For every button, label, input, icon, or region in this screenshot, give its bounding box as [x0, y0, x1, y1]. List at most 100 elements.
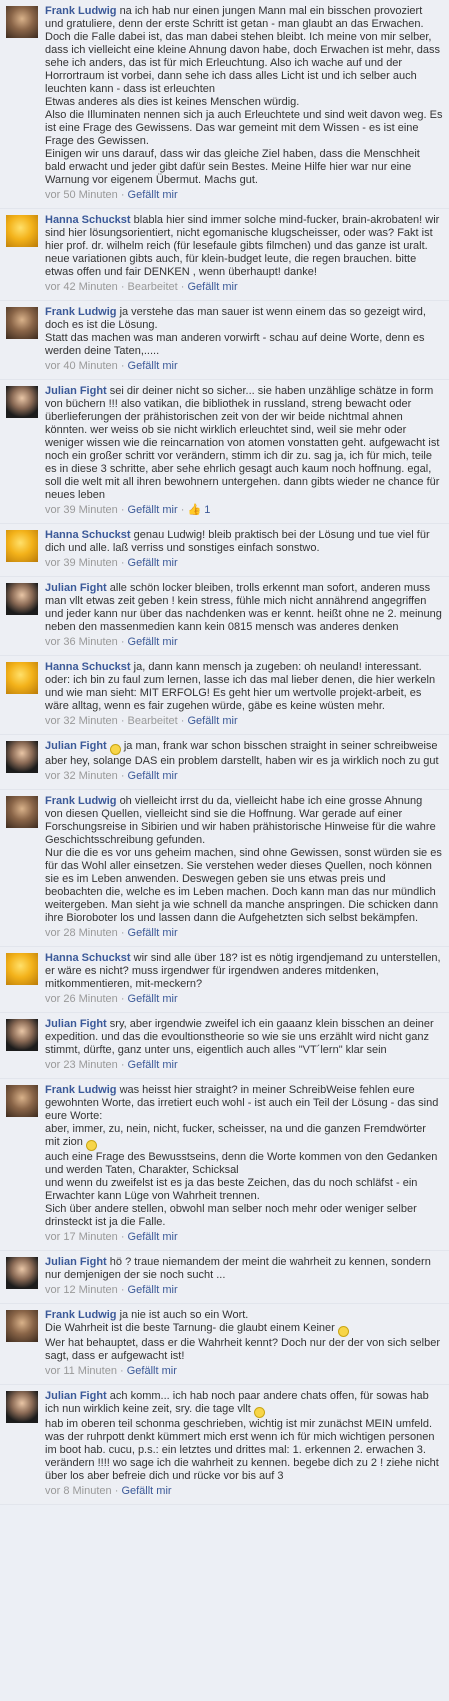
comment-author[interactable]: Julian Fight: [45, 740, 107, 752]
like-link[interactable]: Gefällt mir: [128, 1284, 178, 1296]
comment-author[interactable]: Hanna Schuckst: [45, 661, 131, 673]
like-link[interactable]: Gefällt mir: [128, 993, 178, 1005]
like-link[interactable]: Gefällt mir: [128, 770, 178, 782]
comment-line: Hanna Schuckst ja, dann kann mensch ja z…: [45, 661, 443, 713]
avatar[interactable]: [6, 386, 38, 418]
comment: Julian Fight :) ja man, frank war schon …: [0, 735, 449, 790]
avatar[interactable]: [6, 1019, 38, 1051]
comment: Frank Ludwig oh vielleicht irrst du da, …: [0, 790, 449, 947]
comment: Hanna Schuckst blabla hier sind immer so…: [0, 209, 449, 301]
comment-meta: vor 39 Minuten · Gefällt mir · 👍 1: [45, 504, 443, 517]
comment: Hanna Schuckst wir sind alle über 18? is…: [0, 947, 449, 1013]
comment-author[interactable]: Frank Ludwig: [45, 306, 117, 318]
like-link[interactable]: Gefällt mir: [128, 927, 178, 939]
smiley-icon: :): [85, 1140, 97, 1151]
comment-content: Frank Ludwig ja verstehe das man sauer i…: [45, 306, 443, 373]
comment-time: vor 36 Minuten: [45, 636, 118, 648]
comment-author[interactable]: Julian Fight: [45, 1256, 107, 1268]
like-link[interactable]: Gefällt mir: [121, 1485, 171, 1497]
avatar[interactable]: [6, 1257, 38, 1289]
comment-author[interactable]: Hanna Schuckst: [45, 214, 131, 226]
avatar[interactable]: [6, 530, 38, 562]
comment-content: Hanna Schuckst ja, dann kann mensch ja z…: [45, 661, 443, 728]
meta-separator: ·: [117, 636, 128, 648]
comment-meta: vor 50 Minuten · Gefällt mir: [45, 189, 443, 202]
like-link[interactable]: Gefällt mir: [128, 557, 178, 569]
like-link[interactable]: Gefällt mir: [128, 1231, 178, 1243]
comment: Frank Ludwig was heisst hier straight? i…: [0, 1079, 449, 1251]
comment-meta: vor 28 Minuten · Gefällt mir: [45, 927, 443, 940]
like-link[interactable]: Gefällt mir: [187, 281, 237, 293]
comment-author[interactable]: Frank Ludwig: [45, 795, 117, 807]
comment-time: vor 23 Minuten: [45, 1059, 118, 1071]
comment-time: vor 11 Minuten: [45, 1365, 117, 1377]
like-link[interactable]: Gefällt mir: [128, 1059, 178, 1071]
avatar[interactable]: [6, 215, 38, 247]
meta-separator: ·: [117, 281, 128, 293]
avatar[interactable]: [6, 6, 38, 38]
comment-line: Hanna Schuckst wir sind alle über 18? is…: [45, 952, 443, 991]
comment: Hanna Schuckst genau Ludwig! bleib prakt…: [0, 524, 449, 577]
like-link[interactable]: Gefällt mir: [128, 504, 178, 516]
comment-line: Also die Illuminaten nennen sich ja auch…: [45, 109, 443, 148]
comment: Julian Fight alle schön locker bleiben, …: [0, 577, 449, 656]
comment-meta: vor 8 Minuten · Gefällt mir: [45, 1485, 443, 1498]
comment-time: vor 12 Minuten: [45, 1284, 118, 1296]
comment-author[interactable]: Hanna Schuckst: [45, 529, 131, 541]
comment-author[interactable]: Frank Ludwig: [45, 1309, 117, 1321]
comment-time: vor 40 Minuten: [45, 360, 118, 372]
comment-author[interactable]: Frank Ludwig: [45, 5, 117, 17]
avatar[interactable]: [6, 741, 38, 773]
comment-author[interactable]: Julian Fight: [45, 385, 107, 397]
comment: Frank Ludwig ja nie ist auch so ein Wort…: [0, 1304, 449, 1385]
comment-text: Wer hat behauptet, dass er die Wahrheit …: [45, 1337, 440, 1362]
comment: Frank Ludwig na ich hab nur einen jungen…: [0, 0, 449, 209]
like-link[interactable]: Gefällt mir: [128, 360, 178, 372]
comment-line: Hanna Schuckst blabla hier sind immer so…: [45, 214, 443, 279]
like-count[interactable]: 1: [201, 504, 210, 516]
avatar[interactable]: [6, 662, 38, 694]
comment-author[interactable]: Julian Fight: [45, 1018, 107, 1030]
comment-time: vor 42 Minuten: [45, 281, 118, 293]
avatar[interactable]: [6, 953, 38, 985]
comment-author[interactable]: Julian Fight: [45, 1390, 107, 1402]
comment-line: Nur die die es vor uns geheim machen, si…: [45, 847, 443, 925]
meta-separator: ·: [117, 770, 128, 782]
thumbs-up-icon[interactable]: 👍: [187, 504, 201, 516]
meta-separator: ·: [117, 1231, 128, 1243]
like-link[interactable]: Gefällt mir: [128, 189, 178, 201]
avatar[interactable]: [6, 1310, 38, 1342]
comment-author[interactable]: Frank Ludwig: [45, 1084, 117, 1096]
comment-author[interactable]: Hanna Schuckst: [45, 952, 131, 964]
comment-line: Sich über andere stellen, obwohl man sel…: [45, 1203, 443, 1229]
like-link[interactable]: Gefällt mir: [127, 1365, 177, 1377]
like-link[interactable]: Gefällt mir: [128, 636, 178, 648]
comment-time: vor 32 Minuten: [45, 770, 118, 782]
comment-line: aber, immer, zu, nein, nicht, fucker, sc…: [45, 1123, 443, 1151]
avatar[interactable]: [6, 796, 38, 828]
comment-time: vor 50 Minuten: [45, 189, 118, 201]
comment-meta: vor 40 Minuten · Gefällt mir: [45, 360, 443, 373]
comment-content: Julian Fight ach komm... ich hab noch pa…: [45, 1390, 443, 1498]
comment-line: Julian Fight hö ? traue niemandem der me…: [45, 1256, 443, 1282]
comment-meta: vor 39 Minuten · Gefällt mir: [45, 557, 443, 570]
meta-separator: ·: [117, 993, 128, 1005]
comment-line: Hanna Schuckst genau Ludwig! bleib prakt…: [45, 529, 443, 555]
comment-meta: vor 26 Minuten · Gefällt mir: [45, 993, 443, 1006]
comment-line: Einigen wir uns darauf, dass wir das gle…: [45, 148, 443, 187]
smiley-icon: :): [337, 1326, 349, 1337]
comment-text: aber, immer, zu, nein, nicht, fucker, sc…: [45, 1123, 426, 1148]
comment-author[interactable]: Julian Fight: [45, 582, 107, 594]
comment: Julian Fight hö ? traue niemandem der me…: [0, 1251, 449, 1304]
comment-text: Nur die die es vor uns geheim machen, si…: [45, 847, 442, 924]
comment-text: und wenn du zweifelst ist es ja das best…: [45, 1177, 418, 1202]
avatar[interactable]: [6, 1085, 38, 1117]
like-link[interactable]: Gefällt mir: [187, 715, 237, 727]
avatar[interactable]: [6, 307, 38, 339]
comment-line: Frank Ludwig ja verstehe das man sauer i…: [45, 306, 443, 332]
avatar[interactable]: [6, 1391, 38, 1423]
avatar[interactable]: [6, 583, 38, 615]
comment-line: Etwas anderes als dies ist keines Mensch…: [45, 96, 443, 109]
comment-meta: vor 36 Minuten · Gefällt mir: [45, 636, 443, 649]
comment-time: vor 8 Minuten: [45, 1485, 112, 1497]
